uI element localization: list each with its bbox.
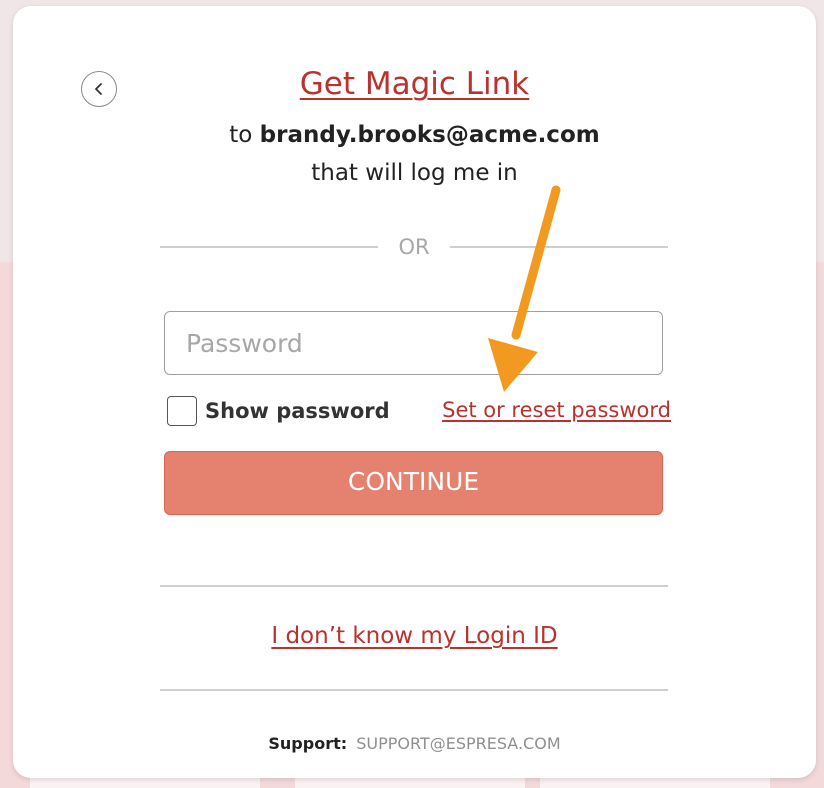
recipient-email: brandy.brooks@acme.com — [259, 122, 600, 148]
magic-link-subtitle: that will log me in — [311, 160, 518, 186]
show-password-label[interactable]: Show password — [205, 399, 390, 423]
support-info: Support: SUPPORT@ESPRESA.COM — [13, 734, 816, 753]
or-line-right — [449, 246, 668, 248]
support-label: Support: — [268, 734, 348, 753]
or-line-left — [160, 246, 379, 248]
show-password-checkbox[interactable] — [167, 396, 197, 426]
support-email-link[interactable]: SUPPORT@ESPRESA.COM — [356, 734, 560, 753]
get-magic-link-link[interactable]: Get Magic Link — [300, 66, 530, 102]
divider-top — [160, 585, 668, 587]
login-card: Get Magic Link to brandy.brooks@acme.com… — [13, 6, 816, 778]
reset-password-link[interactable]: Set or reset password — [442, 398, 671, 422]
password-input[interactable] — [164, 311, 663, 375]
login-id-help: I don’t know my Login ID — [13, 623, 816, 649]
recipient-line: to brandy.brooks@acme.com — [13, 122, 816, 148]
continue-button[interactable]: CONTINUE — [164, 451, 663, 515]
divider-bottom — [160, 689, 668, 691]
or-separator: OR — [160, 234, 668, 260]
forgot-login-id-link[interactable]: I don’t know my Login ID — [271, 623, 557, 649]
recipient-prefix: to — [229, 122, 260, 148]
password-options: Show password Set or reset password — [167, 394, 671, 428]
magic-link-title: Get Magic Link — [13, 66, 816, 102]
or-text: OR — [398, 235, 430, 259]
